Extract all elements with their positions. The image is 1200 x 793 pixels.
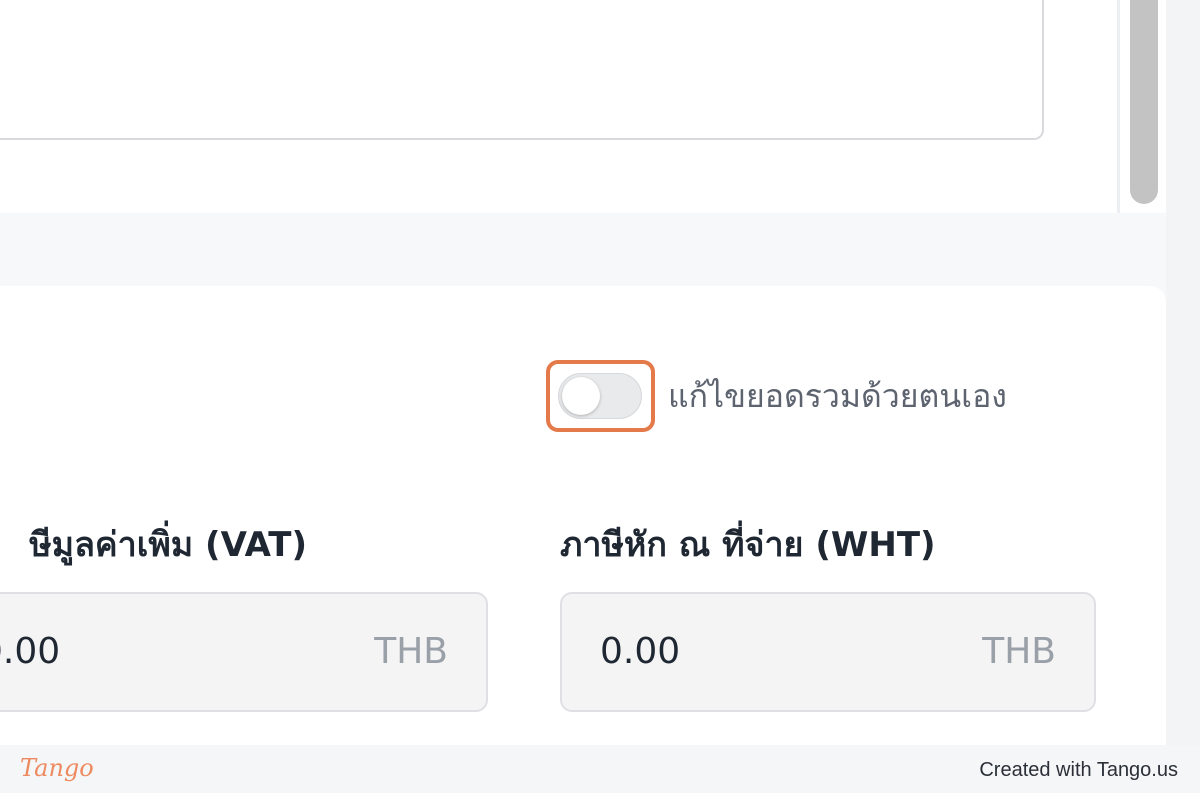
tango-credit[interactable]: Created with Tango.us	[979, 757, 1178, 783]
vat-amount-value: 0.00	[0, 631, 61, 672]
wht-label: ภาษีหัก ณ ที่จ่าย (WHT)	[560, 525, 936, 565]
toggle-knob	[562, 377, 600, 415]
notes-panel	[0, 0, 1120, 213]
wht-amount-field[interactable]: 0.00 THB	[560, 592, 1096, 712]
notes-textarea[interactable]	[0, 0, 1044, 140]
manual-total-toggle[interactable]	[558, 373, 642, 419]
footer: Tango Created with Tango.us	[0, 745, 1200, 793]
page-gutter	[1166, 0, 1200, 745]
vat-amount-field[interactable]: 0.00 THB	[0, 592, 488, 712]
scrollbar-thumb[interactable]	[1130, 0, 1158, 204]
vat-currency-unit: THB	[374, 631, 448, 672]
vat-label: ษีมูลค่าเพิ่ม (VAT)	[29, 525, 307, 565]
manual-total-label: แก้ไขยอดรวมด้วยตนเอง	[668, 377, 1007, 415]
wht-currency-unit: THB	[982, 631, 1056, 672]
tango-logo: Tango	[20, 754, 94, 782]
wht-amount-value: 0.00	[600, 631, 681, 672]
